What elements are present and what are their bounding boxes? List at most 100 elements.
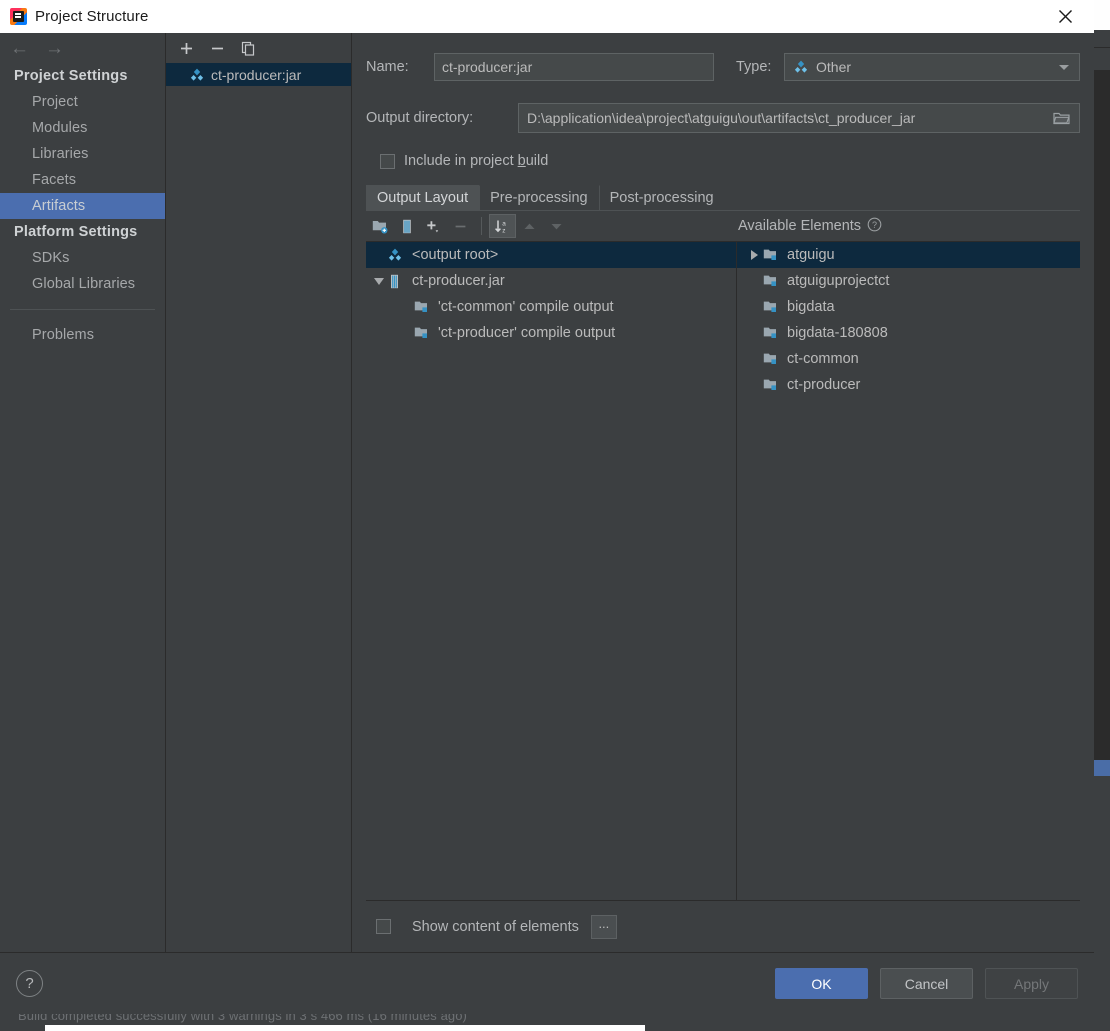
dialog-footer: ? OK Cancel Apply: [0, 952, 1094, 1014]
artifact-diamond-icon: [388, 248, 406, 262]
sidebar-nav-arrows: ← →: [0, 33, 165, 63]
sidebar-item-modules[interactable]: Modules: [0, 115, 165, 141]
tree-row[interactable]: bigdata: [737, 294, 1080, 320]
artifacts-toolbar: [166, 33, 351, 63]
tree-row-label: ct-producer.jar: [412, 273, 505, 289]
copy-artifact-button[interactable]: [241, 41, 256, 56]
output-directory-row: Output directory: D:\application\idea\pr…: [366, 103, 1080, 133]
tree-row-label: <output root>: [412, 247, 499, 263]
tree-row[interactable]: ct-common: [737, 346, 1080, 372]
sidebar-item-sdks[interactable]: SDKs: [0, 245, 165, 271]
sidebar-item-artifacts[interactable]: Artifacts: [0, 193, 165, 219]
sidebar-item-problems[interactable]: Problems: [0, 322, 165, 348]
sidebar-item-global-libraries[interactable]: Global Libraries: [0, 271, 165, 297]
dialog-body: ← → Project Settings Project Modules Lib…: [0, 33, 1094, 952]
include-in-build-row[interactable]: Include in project build: [366, 153, 1080, 169]
tree-row-label: ct-producer: [787, 377, 861, 393]
sort-alpha-icon[interactable]: a z: [489, 214, 516, 238]
move-down-button[interactable]: [543, 214, 570, 238]
dialog-title: Project Structure: [35, 8, 149, 25]
available-elements-tree[interactable]: atguigu atguiguprojectct bigdata bigdata…: [737, 242, 1080, 900]
module-output-icon: [414, 300, 432, 314]
add-directory-button[interactable]: [366, 214, 393, 238]
tab-pre-processing[interactable]: Pre-processing: [479, 185, 599, 210]
artifact-editor-pane: Name: Type: Other Output dir: [352, 33, 1094, 952]
svg-text:?: ?: [872, 219, 877, 229]
module-output-icon: [763, 274, 781, 288]
chevron-down-icon: [1059, 64, 1069, 70]
ide-bottom-tab-strip: [45, 1025, 645, 1031]
move-up-button[interactable]: [516, 214, 543, 238]
help-circle-icon[interactable]: ?: [867, 217, 882, 236]
output-layout-toolbar: a z Available Elements ?: [366, 211, 1080, 241]
tree-row-label: bigdata-180808: [787, 325, 888, 341]
sidebar-divider: [10, 309, 155, 310]
type-label: Type:: [736, 59, 772, 75]
tree-row[interactable]: 'ct-common' compile output: [366, 294, 736, 320]
tree-row[interactable]: 'ct-producer' compile output: [366, 320, 736, 346]
svg-text:z: z: [502, 227, 505, 233]
tree-row[interactable]: <output root>: [366, 242, 736, 268]
remove-artifact-button[interactable]: [210, 41, 225, 56]
available-elements-header: Available Elements ?: [738, 211, 882, 241]
type-value: Other: [816, 59, 852, 75]
name-input[interactable]: [434, 53, 714, 81]
sidebar-group-platform-settings: Platform Settings: [14, 224, 138, 240]
tab-output-layout[interactable]: Output Layout: [366, 185, 480, 210]
sidebar-group-project-settings: Project Settings: [14, 68, 128, 84]
arrow-left-icon[interactable]: ←: [10, 39, 29, 58]
tree-twisty[interactable]: [370, 277, 388, 285]
module-output-icon: [763, 300, 781, 314]
dialog-titlebar: Project Structure: [0, 0, 1094, 33]
output-layout-tree[interactable]: <output root> ct-producer.jar 'ct-common…: [366, 242, 737, 900]
tree-row[interactable]: atguigu: [737, 242, 1080, 268]
module-output-icon: [763, 248, 781, 262]
add-artifact-button[interactable]: [179, 41, 194, 56]
artifacts-list[interactable]: ct-producer:jar: [166, 63, 351, 952]
show-content-checkbox[interactable]: [376, 919, 391, 934]
footer-button-group: OK Cancel Apply: [775, 968, 1078, 999]
available-elements-label: Available Elements: [738, 218, 862, 234]
list-item[interactable]: ct-producer:jar: [166, 63, 351, 86]
folder-open-icon[interactable]: [1044, 104, 1078, 132]
show-content-row: Show content of elements ...: [366, 900, 1080, 952]
remove-element-button[interactable]: [447, 214, 474, 238]
tree-row[interactable]: ct-producer: [737, 372, 1080, 398]
tree-row-label: 'ct-producer' compile output: [438, 325, 616, 341]
ok-button[interactable]: OK: [775, 968, 868, 999]
sidebar-item-facets[interactable]: Facets: [0, 167, 165, 193]
tree-twisty[interactable]: [745, 250, 763, 260]
output-directory-value: D:\application\idea\project\atguigu\out\…: [527, 110, 916, 126]
include-in-build-label: Include in project build: [404, 153, 549, 169]
more-options-button[interactable]: ...: [590, 914, 617, 939]
tree-row[interactable]: ct-producer.jar: [366, 268, 736, 294]
arrow-right-icon[interactable]: →: [45, 39, 64, 58]
sidebar-item-libraries[interactable]: Libraries: [0, 141, 165, 167]
type-dropdown[interactable]: Other: [784, 53, 1080, 81]
tree-row[interactable]: bigdata-180808: [737, 320, 1080, 346]
sidebar-item-project[interactable]: Project: [0, 89, 165, 115]
module-output-icon: [763, 378, 781, 392]
include-in-build-checkbox[interactable]: [380, 153, 395, 169]
add-archive-button[interactable]: [393, 214, 420, 238]
artifact-diamond-icon: [794, 60, 808, 74]
svg-text:a: a: [502, 220, 506, 227]
module-output-icon: [763, 326, 781, 340]
add-copy-button[interactable]: [420, 214, 447, 238]
output-directory-label: Output directory:: [366, 110, 474, 126]
artifact-diamond-icon: [190, 68, 204, 82]
chevron-right-icon: [750, 250, 758, 260]
toolbar-divider: [481, 217, 482, 235]
show-content-label: Show content of elements: [412, 918, 579, 935]
module-output-icon: [763, 352, 781, 366]
tree-row-label: 'ct-common' compile output: [438, 299, 614, 315]
apply-button[interactable]: Apply: [985, 968, 1078, 999]
output-directory-field[interactable]: D:\application\idea\project\atguigu\out\…: [518, 103, 1080, 133]
intellij-idea-icon: [10, 8, 27, 25]
help-button[interactable]: ?: [16, 970, 43, 997]
tab-post-processing[interactable]: Post-processing: [598, 185, 725, 210]
close-icon[interactable]: [1036, 0, 1094, 33]
artifacts-list-panel: ct-producer:jar: [165, 33, 352, 952]
tree-row[interactable]: atguiguprojectct: [737, 268, 1080, 294]
cancel-button[interactable]: Cancel: [880, 968, 973, 999]
